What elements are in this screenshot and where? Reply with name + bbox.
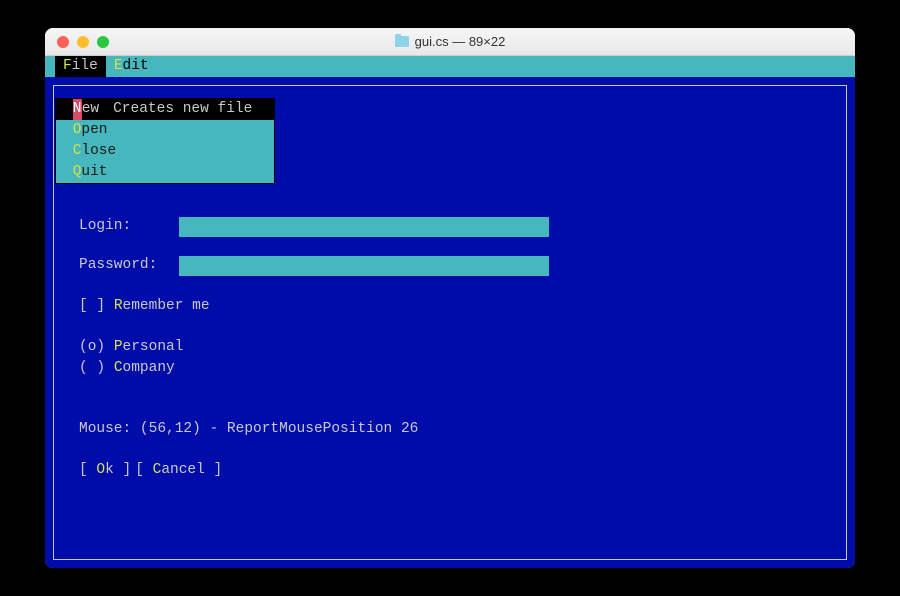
button-row: [ Ok ] [ Cancel ]	[79, 460, 826, 481]
radio-personal-mark: (o)	[79, 339, 114, 355]
folder-icon	[395, 36, 409, 47]
radio-company-mark: ( )	[79, 360, 114, 376]
window-title: gui.cs — 89×22	[415, 34, 506, 49]
login-input[interactable]	[179, 217, 549, 237]
menu-new-hotkey: N	[73, 99, 82, 120]
menu-new-desc: Creates new file	[113, 99, 252, 120]
menu-item-quit[interactable]: Quit	[56, 162, 274, 183]
terminal-window: gui.cs — 89×22 File Edit Login: Password…	[45, 28, 855, 568]
radio-personal-hotkey: P	[114, 339, 123, 355]
menu-item-close[interactable]: Close	[56, 141, 274, 162]
file-menu-dropdown: New Creates new file Open Close Quit	[55, 98, 275, 184]
checkbox-hotkey: R	[114, 298, 123, 314]
cancel-button[interactable]: [ Cancel ]	[135, 460, 222, 481]
remember-checkbox[interactable]: [ ] Remember me	[79, 296, 826, 317]
checkbox-box: [ ]	[79, 298, 114, 314]
password-input[interactable]	[179, 256, 549, 276]
login-row: Login:	[79, 216, 826, 237]
titlebar: gui.cs — 89×22	[45, 28, 855, 56]
radio-company[interactable]: ( ) Company	[79, 358, 826, 379]
menu-file-rest: ile	[72, 58, 98, 74]
login-label: Login:	[79, 216, 179, 237]
terminal-area: File Edit Login: Password: [ ] Remember …	[45, 56, 855, 568]
zoom-window-button[interactable]	[97, 36, 109, 48]
radio-company-rest: ompany	[123, 360, 175, 376]
menu-edit-hotkey: E	[114, 58, 123, 74]
radio-personal[interactable]: (o) Personal	[79, 337, 826, 358]
password-row: Password:	[79, 255, 826, 276]
ok-button[interactable]: [ Ok ]	[79, 460, 131, 481]
menubar: File Edit	[45, 56, 855, 77]
menu-file-hotkey: F	[63, 58, 72, 74]
minimize-window-button[interactable]	[77, 36, 89, 48]
menu-file[interactable]: File	[55, 56, 106, 77]
radio-company-hotkey: C	[114, 360, 123, 376]
menu-edit-rest: dit	[123, 58, 149, 74]
window-title-wrap: gui.cs — 89×22	[45, 34, 855, 49]
checkbox-rest: emember me	[123, 298, 210, 314]
traffic-lights	[45, 36, 109, 48]
password-label: Password:	[79, 255, 179, 276]
menu-item-new[interactable]: New Creates new file	[56, 99, 274, 120]
menu-item-open[interactable]: Open	[56, 120, 274, 141]
status-text: Mouse: (56,12) - ReportMousePosition 26	[79, 419, 826, 440]
menu-edit[interactable]: Edit	[106, 56, 157, 77]
radio-personal-rest: ersonal	[123, 339, 184, 355]
close-window-button[interactable]	[57, 36, 69, 48]
